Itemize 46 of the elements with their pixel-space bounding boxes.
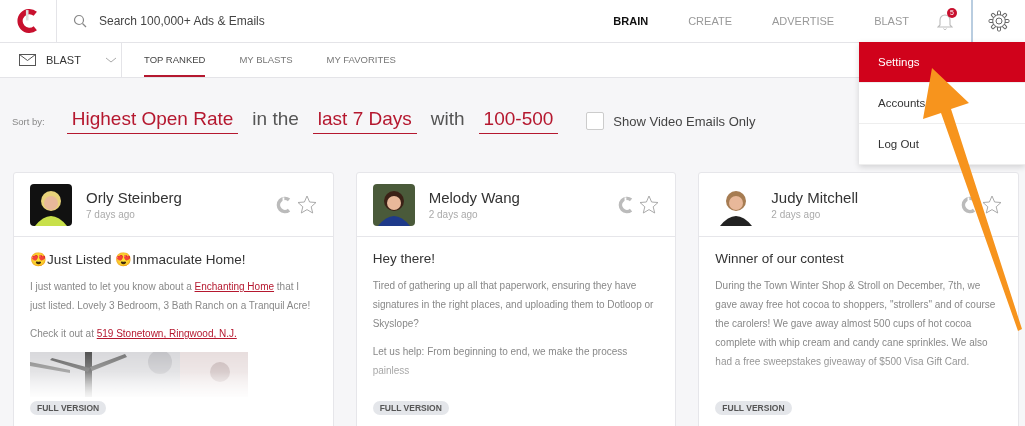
chevron-icon: [104, 57, 117, 63]
email-text: Tired of gathering up all that paperwork, ensuring they have signatures in the right places, and uploading them to Dotloop or Skyslope?: [372, 279, 655, 331]
sort-dropdown[interactable]: last 7 Days: [312, 108, 417, 134]
author-name: Judy Mitchell: [771, 189, 860, 206]
tab[interactable]: MY FAVORITES: [326, 43, 396, 77]
post-time: 7 days ago: [86, 209, 136, 220]
email-title: Winner of our contest: [715, 251, 845, 266]
nav-link[interactable]: BRAIN: [593, 15, 669, 27]
bell-icon[interactable]: [937, 12, 953, 30]
checkbox[interactable]: [586, 112, 605, 130]
version-badge: FULL VERSION: [30, 401, 107, 415]
sort-text: in the: [252, 108, 299, 131]
checkbox-label: Show Video Emails Only: [613, 113, 756, 129]
star-icon[interactable]: [639, 195, 660, 214]
sort-label: Sort by:: [12, 115, 45, 127]
mail-icon: [19, 54, 36, 66]
star-icon[interactable]: [982, 195, 1002, 214]
author-name: Orly Steinberg: [86, 189, 183, 206]
version-badge: FULL VERSION: [372, 401, 449, 415]
post-time: 2 days ago: [771, 209, 822, 220]
author-name: Melody Wang: [428, 189, 521, 206]
post-time: 2 days ago: [428, 209, 479, 220]
avatar: [30, 183, 72, 226]
link[interactable]: 519 Stonetown, Ringwood, N.J.: [96, 328, 237, 339]
sort-dropdown[interactable]: 100-500: [478, 108, 559, 134]
brand-icon[interactable]: [274, 195, 293, 214]
email-title: Hey there!: [372, 251, 436, 266]
tab[interactable]: MY BLASTS: [239, 43, 293, 77]
email-text: I just wanted to let you know about a Enchanting Home that I just listed. Lovely 3 Bedroom, 3 Bath Ranch on a Tranquil Acre!: [30, 280, 312, 313]
sort-text: with: [430, 108, 465, 131]
search-field[interactable]: Search 100,000+ Ads & Emails: [97, 13, 361, 29]
menu-item[interactable]: Settings: [859, 42, 1025, 83]
email-text: Let us help: From beginning to end, we make the process painless: [372, 345, 629, 378]
email-title: 😍Just Listed 😍Immaculate Home!: [30, 251, 247, 267]
sort-dropdown[interactable]: Highest Open Rate: [66, 108, 239, 134]
version-badge: FULL VERSION: [715, 401, 792, 415]
email-text: During the Town Winter Shop & Stroll on December, 7th, we gave away free hot cocoa to shoppers, "strollers" and of course the carolers! We gave away almost 500 cups of hot cocoa complete with whip cream and candy cane sprinkles. We also had a free sweepstakes giveaway of $500 Visa Gift Card.: [715, 279, 997, 369]
brand-icon[interactable]: [960, 195, 978, 214]
avatar: [372, 183, 415, 226]
star-icon[interactable]: [296, 195, 317, 214]
channel-dropdown[interactable]: BLAST: [0, 43, 122, 77]
settings-icon[interactable]: [988, 10, 1010, 32]
email-text: Check it out at 519 Stonetown, Ringwood, N.J.: [30, 327, 238, 341]
tab[interactable]: TOP RANKED: [144, 43, 206, 77]
search-icon: [73, 14, 87, 28]
link[interactable]: Enchanting Home: [194, 281, 275, 292]
